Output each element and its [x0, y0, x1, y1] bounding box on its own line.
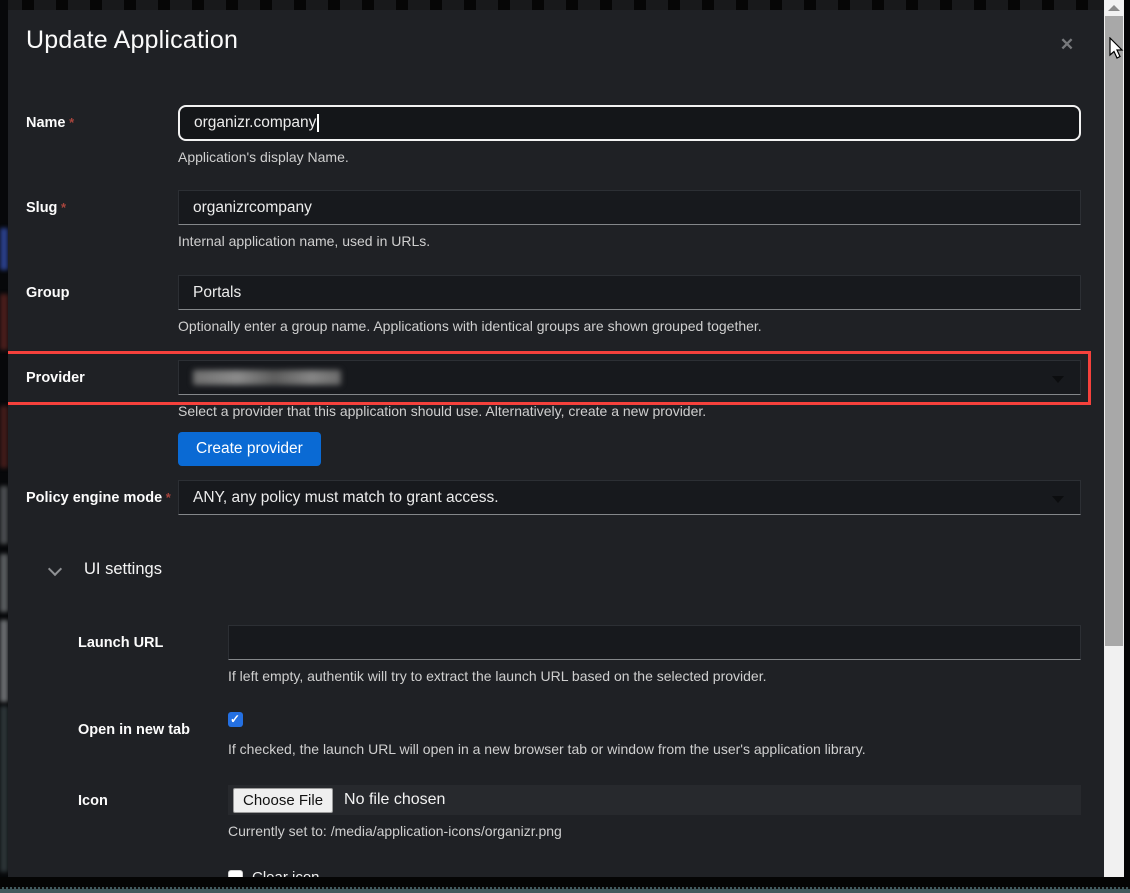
backdrop-blob	[0, 706, 8, 872]
close-icon[interactable]: ✕	[1054, 32, 1080, 58]
backdrop-bottom-gap	[0, 877, 1130, 887]
icon-help: Currently set to: /media/application-ico…	[228, 822, 1081, 840]
group-label: Group	[26, 285, 70, 301]
backdrop-top-strip	[0, 0, 1130, 10]
provider-field-row: Provider Select a provider that this app…	[26, 360, 1081, 466]
provider-label: Provider	[26, 370, 85, 386]
icon-field-row: Icon Choose File No file chosen Currentl…	[26, 785, 1081, 840]
scrollbar-thumb[interactable]	[1105, 16, 1123, 646]
icon-label: Icon	[78, 793, 108, 809]
name-field-row: Name organizr.company Application's disp…	[26, 105, 1081, 166]
group-input[interactable]: Portals	[178, 275, 1081, 310]
name-input[interactable]: organizr.company	[178, 105, 1081, 141]
slug-input[interactable]: organizrcompany	[178, 190, 1081, 225]
backdrop-blob	[0, 228, 8, 270]
backdrop-blob	[0, 620, 8, 702]
launch-url-row: Launch URL If left empty, authentik will…	[26, 625, 1081, 685]
name-input-value: organizr.company	[194, 114, 316, 132]
backdrop-blob	[0, 294, 8, 350]
slug-field-row: Slug organizrcompany Internal applicatio…	[26, 190, 1081, 250]
group-input-value: Portals	[193, 284, 241, 302]
open-in-new-tab-row: Open in new tab If checked, the launch U…	[26, 712, 1081, 758]
launch-url-help: If left empty, authentik will try to ext…	[228, 667, 1081, 685]
page-title: Update Application	[26, 26, 238, 55]
slug-help: Internal application name, used in URLs.	[178, 232, 1081, 250]
backdrop-bottom-strip	[0, 887, 1130, 893]
name-help: Application's display Name.	[178, 148, 1081, 166]
caret-down-icon	[1052, 496, 1064, 503]
provider-select[interactable]	[178, 360, 1081, 395]
ui-settings-expander[interactable]: UI settings	[50, 560, 162, 579]
group-help: Optionally enter a group name. Applicati…	[178, 317, 1081, 335]
provider-help: Select a provider that this application …	[178, 402, 1081, 420]
slug-input-value: organizrcompany	[193, 199, 312, 217]
open-in-new-tab-label: Open in new tab	[78, 722, 190, 738]
icon-file-input[interactable]: Choose File No file chosen	[228, 785, 1081, 815]
create-provider-button[interactable]: Create provider	[178, 432, 321, 466]
ui-settings-title: UI settings	[84, 560, 162, 579]
backdrop-right-strip	[1124, 0, 1130, 887]
update-application-modal: Update Application ✕ Name organizr.compa…	[8, 10, 1104, 878]
policy-engine-mode-label: Policy engine mode	[26, 490, 171, 506]
chevron-down-icon	[50, 562, 62, 574]
vertical-scrollbar[interactable]	[1104, 0, 1124, 893]
slug-label: Slug	[26, 200, 66, 216]
policy-engine-mode-select[interactable]: ANY, any policy must match to grant acce…	[178, 480, 1081, 515]
policy-engine-mode-value: ANY, any policy must match to grant acce…	[193, 489, 499, 507]
caret-down-icon	[1052, 376, 1064, 383]
scroll-up-icon[interactable]	[1104, 0, 1124, 16]
file-status-text: No file chosen	[344, 791, 445, 809]
text-caret	[317, 114, 319, 132]
provider-redacted-value	[193, 370, 341, 385]
open-in-new-tab-help: If checked, the launch URL will open in …	[228, 740, 1081, 758]
group-field-row: Group Portals Optionally enter a group n…	[26, 275, 1081, 335]
backdrop-left-strip	[0, 0, 8, 893]
backdrop-blob	[0, 406, 8, 468]
name-label: Name	[26, 115, 74, 131]
launch-url-input[interactable]	[228, 625, 1081, 660]
backdrop-blob	[0, 486, 8, 544]
choose-file-button[interactable]: Choose File	[233, 788, 333, 813]
backdrop-blob	[0, 554, 8, 612]
open-in-new-tab-checkbox[interactable]	[228, 712, 243, 727]
launch-url-label: Launch URL	[78, 635, 163, 651]
policy-engine-mode-row: Policy engine mode ANY, any policy must …	[26, 480, 1081, 515]
